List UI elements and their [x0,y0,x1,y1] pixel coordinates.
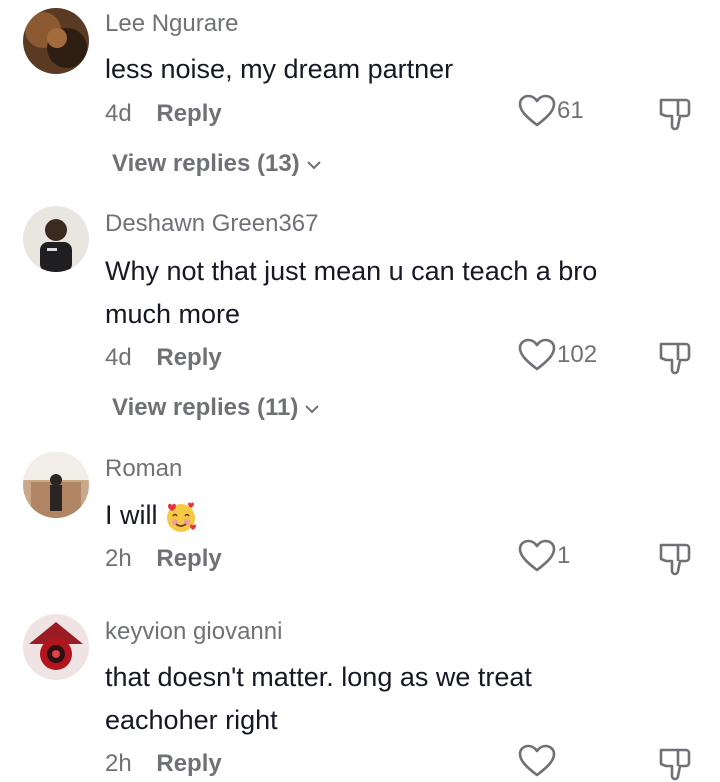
chevron-down-icon [305,404,320,414]
reply-button[interactable]: Reply [156,100,221,127]
view-replies-label: View replies (13) [112,150,300,177]
comment-text: I will [105,494,625,537]
like-count: 102 [557,341,598,368]
heart-outline-icon [518,338,556,371]
comment-timestamp: 4d [105,100,132,127]
comment-meta: 2h Reply [105,545,222,573]
like-button[interactable] [518,744,557,778]
comment-text: less noise, my dream partner [105,54,454,84]
smiling-face-with-hearts-emoji [166,502,196,532]
like-button[interactable]: 61 [518,94,584,128]
comment-username[interactable]: Roman [105,455,182,483]
reply-button[interactable]: Reply [156,344,221,371]
reply-button[interactable]: Reply [156,750,221,777]
thumbs-down-icon[interactable] [656,744,694,782]
like-button[interactable]: 102 [518,338,597,372]
avatar[interactable] [23,8,89,74]
heart-outline-icon [518,94,556,127]
comment-timestamp: 2h [105,545,132,572]
avatar[interactable] [23,452,89,518]
comment-text: that doesn't matter. long as we treat ea… [105,662,532,735]
comment-meta: 4d Reply [105,100,222,128]
comment-username[interactable]: Deshawn Green367 [105,210,318,238]
like-button[interactable]: 1 [518,539,570,573]
comment-text-content: I will [105,500,158,530]
heart-outline-icon [518,539,556,572]
comment-username[interactable]: keyvion giovanni [105,618,282,646]
comment-meta: 4d Reply [105,344,222,372]
view-replies-button[interactable]: View replies (13) [112,150,322,178]
comment-username[interactable]: Lee Ngurare [105,10,238,38]
view-replies-button[interactable]: View replies (11) [112,394,320,422]
like-count: 1 [557,542,571,569]
like-count: 61 [557,97,584,124]
thumbs-down-icon[interactable] [656,94,694,132]
chevron-down-icon [306,160,321,170]
thumbs-down-icon[interactable] [656,338,694,376]
reply-button[interactable]: Reply [156,545,221,572]
avatar[interactable] [23,206,89,272]
thumbs-down-icon[interactable] [656,539,694,577]
comment-timestamp: 2h [105,750,132,777]
heart-outline-icon [518,744,556,777]
comment-timestamp: 4d [105,344,132,371]
avatar[interactable] [23,614,89,680]
view-replies-label: View replies (11) [112,394,299,421]
comment-text: Why not that just mean u can teach a bro… [105,256,598,329]
